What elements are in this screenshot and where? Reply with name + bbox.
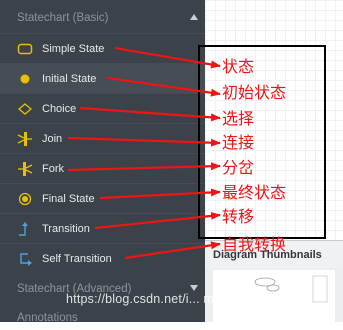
arrow-simple-state — [114, 46, 221, 69]
arrow-fork — [67, 162, 221, 172]
arrow-self-transition — [124, 241, 221, 260]
annotation-label-transition: 转移 — [222, 207, 255, 226]
arrow-choice — [79, 106, 221, 122]
annotation-label-state: 状态 — [222, 57, 255, 76]
annotation-label-initial-state: 初始状态 — [222, 83, 287, 102]
annotation-label-final-state: 最终状态 — [222, 183, 287, 202]
arrow-final-state — [99, 188, 221, 200]
arrow-transition — [94, 211, 221, 230]
watermark-text: https://blog.csdn.net/i... met... shower — [66, 292, 282, 306]
arrow-initial-state — [107, 76, 221, 97]
annotation-label-choice: 选择 — [222, 109, 255, 128]
annotation-label-join: 连接 — [222, 133, 255, 152]
annotation-label-fork: 分岔 — [222, 158, 255, 177]
annotation-label-self-transition: 自我转换 — [222, 235, 287, 254]
arrow-join — [67, 136, 221, 147]
annotation-arrows — [67, 46, 221, 260]
